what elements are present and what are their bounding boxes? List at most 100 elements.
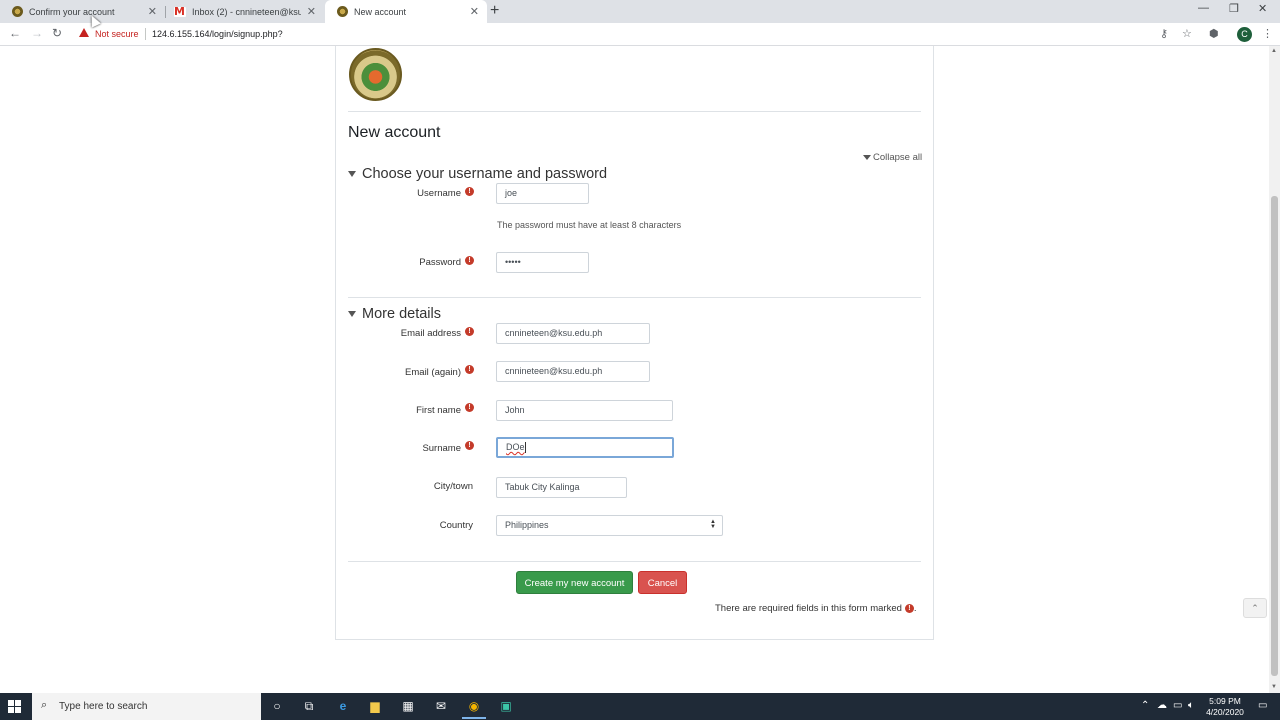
- edge-icon[interactable]: e: [335, 698, 351, 714]
- email-again-label: Email (again): [405, 367, 461, 378]
- signup-card: New account Collapse all Choose your use…: [335, 46, 934, 640]
- create-account-button[interactable]: Create my new account: [516, 571, 633, 594]
- key-icon[interactable]: ⚷: [1160, 27, 1168, 40]
- tab-confirm-account[interactable]: Confirm your account ✕: [0, 0, 165, 23]
- password-hint: The password must have at least 8 charac…: [497, 220, 682, 230]
- cortana-icon[interactable]: ○: [269, 698, 285, 714]
- ksu-favicon-icon: [337, 6, 348, 17]
- select-arrows-icon: ▲ ▼: [710, 519, 716, 530]
- network-icon[interactable]: ▭: [1173, 700, 1182, 711]
- close-icon[interactable]: ✕: [148, 5, 157, 18]
- windows-start-icon[interactable]: [8, 700, 21, 713]
- not-secure-label[interactable]: Not secure: [95, 29, 139, 39]
- taskbar-clock[interactable]: 5:09 PM 4/20/2020: [1203, 696, 1247, 718]
- profile-avatar[interactable]: C: [1237, 27, 1252, 42]
- country-label: Country: [439, 520, 473, 531]
- new-tab-button[interactable]: +: [490, 2, 499, 20]
- divider: [348, 297, 921, 298]
- caret-down-icon: [348, 311, 356, 317]
- email-again-input[interactable]: cnnineteen@ksu.edu.ph: [496, 361, 650, 382]
- city-label: City/town: [433, 481, 473, 492]
- clock-time: 5:09 PM: [1209, 696, 1241, 706]
- first-name-label: First name: [416, 405, 461, 416]
- close-icon[interactable]: ✕: [470, 5, 479, 18]
- tab-title: Inbox (2) - cnnineteen@ksu.edu.: [192, 6, 301, 17]
- required-icon: !: [465, 441, 474, 450]
- required-fields-note: There are required fields in this form m…: [715, 603, 917, 614]
- close-icon[interactable]: ✕: [307, 5, 316, 18]
- required-icon: !: [465, 327, 474, 336]
- username-input[interactable]: joe: [496, 183, 589, 204]
- page-title: New account: [348, 124, 441, 141]
- scroll-to-top-button[interactable]: ⌃: [1243, 598, 1267, 618]
- minimize-button[interactable]: —: [1198, 2, 1209, 14]
- window-close-button[interactable]: ✕: [1258, 2, 1267, 15]
- section-username-password[interactable]: Choose your username and password: [348, 166, 607, 182]
- text-caret: [524, 442, 526, 454]
- volume-icon[interactable]: 🔈︎: [1188, 700, 1194, 711]
- email-input[interactable]: cnnineteen@ksu.edu.ph: [496, 323, 650, 344]
- surname-label: Surname: [422, 443, 461, 454]
- country-value: Philippines: [505, 520, 549, 530]
- ksu-logo-icon: [349, 48, 402, 101]
- scroll-down-icon[interactable]: ▼: [1271, 684, 1277, 690]
- warning-icon[interactable]: [79, 28, 89, 37]
- tab-new-account[interactable]: New account ✕: [325, 0, 487, 23]
- browser-toolbar: ← → ↻ Not secure 124.6.155.164/login/sig…: [0, 23, 1280, 46]
- required-icon: !: [465, 403, 474, 412]
- tab-title: Confirm your account: [29, 6, 115, 17]
- taskbar-search[interactable]: ⌕ Type here to search: [32, 693, 261, 720]
- username-label: Username: [417, 188, 461, 199]
- divider: [348, 111, 921, 112]
- restore-button[interactable]: ❐: [1229, 2, 1239, 15]
- gmail-icon: [174, 5, 186, 18]
- tray-chevron-icon[interactable]: ⌃: [1141, 700, 1149, 711]
- divider: [348, 561, 921, 562]
- mail-icon[interactable]: ✉: [433, 698, 449, 714]
- section-title: Choose your username and password: [362, 166, 608, 182]
- app-icon[interactable]: ▣: [498, 698, 514, 714]
- reload-icon[interactable]: ↻: [52, 26, 62, 40]
- collapse-all-link[interactable]: Collapse all: [863, 152, 922, 163]
- tab-title: New account: [354, 6, 407, 17]
- collapse-all-label: Collapse all: [873, 152, 923, 163]
- task-view-icon[interactable]: ⧉: [301, 698, 317, 714]
- forward-arrow-icon[interactable]: →: [31, 26, 43, 40]
- notifications-icon[interactable]: ▭: [1258, 700, 1267, 711]
- surname-input[interactable]: DOe: [496, 437, 674, 458]
- required-icon: !: [465, 187, 474, 196]
- page-scrollbar[interactable]: ▲ ▼: [1269, 46, 1280, 693]
- city-input[interactable]: Tabuk City Kalinga: [496, 477, 627, 498]
- star-icon[interactable]: ☆: [1182, 27, 1192, 40]
- onedrive-icon[interactable]: ☁: [1157, 700, 1167, 711]
- country-select[interactable]: Philippines ▲ ▼: [496, 515, 723, 536]
- extension-icon[interactable]: ⬢: [1209, 27, 1219, 40]
- taskbar-search-placeholder: Type here to search: [59, 701, 148, 712]
- search-icon: ⌕: [41, 699, 48, 711]
- browser-tab-strip: Confirm your account ✕ Inbox (2) - cnnin…: [0, 0, 1280, 23]
- address-separator: [145, 28, 146, 40]
- page-content: New account Collapse all Choose your use…: [0, 46, 1269, 693]
- required-icon: !: [465, 365, 474, 374]
- first-name-input[interactable]: John: [496, 400, 673, 421]
- scrollbar-thumb[interactable]: [1271, 196, 1278, 676]
- cancel-button[interactable]: Cancel: [638, 571, 687, 594]
- back-arrow-icon[interactable]: ←: [9, 26, 21, 40]
- required-icon: !: [465, 256, 474, 265]
- surname-value: DOe: [506, 442, 525, 452]
- scroll-up-icon[interactable]: ▲: [1271, 48, 1277, 54]
- menu-icon[interactable]: ⋮: [1262, 27, 1273, 40]
- file-explorer-icon[interactable]: ▆: [367, 698, 383, 714]
- tab-inbox[interactable]: Inbox (2) - cnnineteen@ksu.edu. ✕: [162, 0, 324, 23]
- section-title: More details: [362, 306, 441, 322]
- store-icon[interactable]: ▦: [400, 698, 416, 714]
- password-label: Password: [419, 257, 461, 268]
- caret-down-icon: [348, 171, 356, 177]
- required-note-text: There are required fields in this form m…: [715, 603, 902, 614]
- password-input[interactable]: •••••: [496, 252, 589, 273]
- address-bar[interactable]: 124.6.155.164/login/signup.php?: [152, 29, 283, 39]
- ksu-favicon-icon: [12, 6, 23, 17]
- section-more-details[interactable]: More details: [348, 306, 441, 322]
- caret-down-icon: [863, 154, 871, 160]
- chrome-icon[interactable]: ◉: [462, 698, 486, 719]
